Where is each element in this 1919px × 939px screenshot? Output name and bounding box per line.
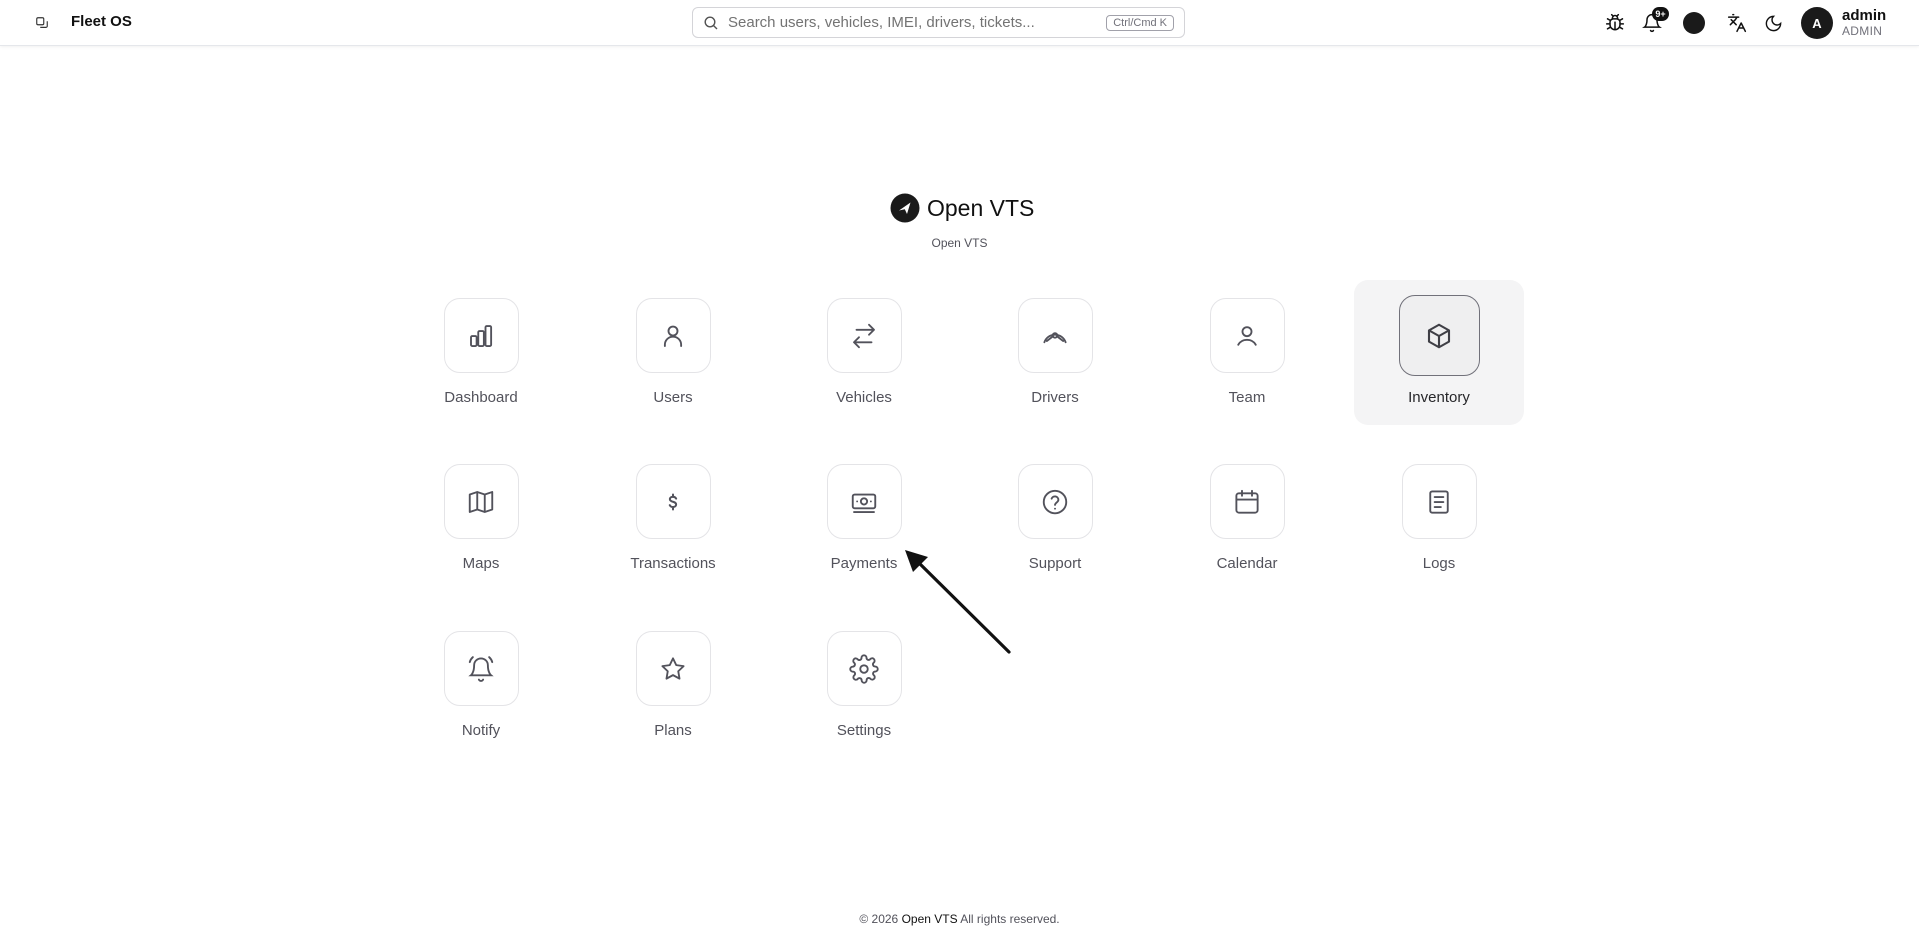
footer: © 2026 Open VTS All rights reserved.	[0, 912, 1919, 926]
avatar: A	[1801, 7, 1833, 39]
status-dot[interactable]	[1683, 12, 1705, 34]
app-tile-notify[interactable]: Notify	[396, 613, 566, 758]
tile-label: Notify	[461, 722, 501, 739]
moon-icon[interactable]	[1760, 10, 1786, 36]
bell-ring-icon	[468, 655, 494, 682]
tile-label: Dashboard	[444, 389, 518, 406]
app-tile-users[interactable]: Users	[588, 280, 758, 425]
bug-icon[interactable]	[1602, 10, 1628, 36]
box-icon	[1427, 323, 1451, 348]
tile-label: Logs	[1422, 555, 1456, 572]
help-circle-icon	[1042, 489, 1068, 514]
sidebar-toggle-icon[interactable]	[31, 12, 53, 34]
document-icon	[1429, 489, 1449, 514]
footer-brand-link[interactable]: Open VTS	[902, 912, 958, 926]
tile-label: Calendar	[1216, 555, 1278, 572]
user-menu[interactable]: A admin ADMIN	[1801, 6, 1886, 40]
app-tile-transactions[interactable]: Transactions	[588, 446, 758, 591]
app-tile-maps[interactable]: Maps	[396, 446, 566, 591]
notifications-button[interactable]: 9+	[1639, 7, 1669, 36]
brand-logo-icon	[890, 193, 920, 223]
tile-label: Transactions	[630, 555, 716, 572]
steering-wheel-icon	[1043, 331, 1067, 343]
brand-header: Open VTS	[890, 192, 1034, 224]
footer-rights: All rights reserved.	[960, 912, 1060, 926]
global-search[interactable]: Ctrl/Cmd K	[692, 7, 1185, 38]
dollar-icon	[668, 493, 678, 510]
map-icon	[468, 490, 494, 513]
search-icon	[704, 15, 718, 29]
notification-badge: 9+	[1652, 7, 1669, 21]
tile-label: Payments	[830, 555, 898, 572]
tile-label: Maps	[462, 555, 500, 572]
user-name: admin	[1842, 7, 1887, 25]
star-icon	[661, 656, 685, 680]
calendar-icon	[1235, 489, 1259, 514]
top-bar: Fleet OS Ctrl/Cmd K 9+ A	[0, 0, 1919, 46]
app-tile-vehicles[interactable]: Vehicles	[779, 280, 949, 425]
app-name: Fleet OS	[71, 13, 132, 30]
app-tile-logs[interactable]: Logs	[1354, 446, 1524, 591]
tile-label: Plans	[654, 722, 692, 739]
tile-label: Users	[653, 389, 693, 406]
tile-label: Inventory	[1408, 389, 1470, 406]
app-tile-dashboard[interactable]: Dashboard	[396, 280, 566, 425]
arrows-swap-icon	[853, 323, 875, 348]
app-tile-inventory[interactable]: Inventory	[1354, 280, 1524, 425]
bar-chart-icon	[470, 324, 493, 347]
tile-label: Support	[1028, 555, 1082, 572]
app-tile-team[interactable]: Team	[1162, 280, 1332, 425]
tile-label: Team	[1228, 389, 1266, 406]
search-shortcut-hint: Ctrl/Cmd K	[1106, 14, 1174, 31]
tile-label: Settings	[836, 722, 892, 739]
app-tile-drivers[interactable]: Drivers	[970, 280, 1140, 425]
search-input[interactable]	[728, 8, 1107, 37]
user-icon	[663, 325, 683, 347]
app-tile-plans[interactable]: Plans	[588, 613, 758, 758]
user-round-icon	[1237, 325, 1257, 346]
user-role: ADMIN	[1842, 23, 1883, 38]
tile-label: Vehicles	[836, 389, 892, 406]
brand-subtitle: Open VTS	[931, 236, 988, 250]
banknote-icon	[851, 493, 877, 513]
footer-copyright: © 2026	[859, 912, 899, 926]
app-tile-calendar[interactable]: Calendar	[1162, 446, 1332, 591]
tile-label: Drivers	[1031, 389, 1079, 406]
brand-name: Open VTS	[927, 194, 1035, 221]
pointer-arrow-icon	[905, 550, 1011, 654]
gear-icon	[849, 653, 879, 684]
translate-icon[interactable]	[1724, 10, 1750, 36]
